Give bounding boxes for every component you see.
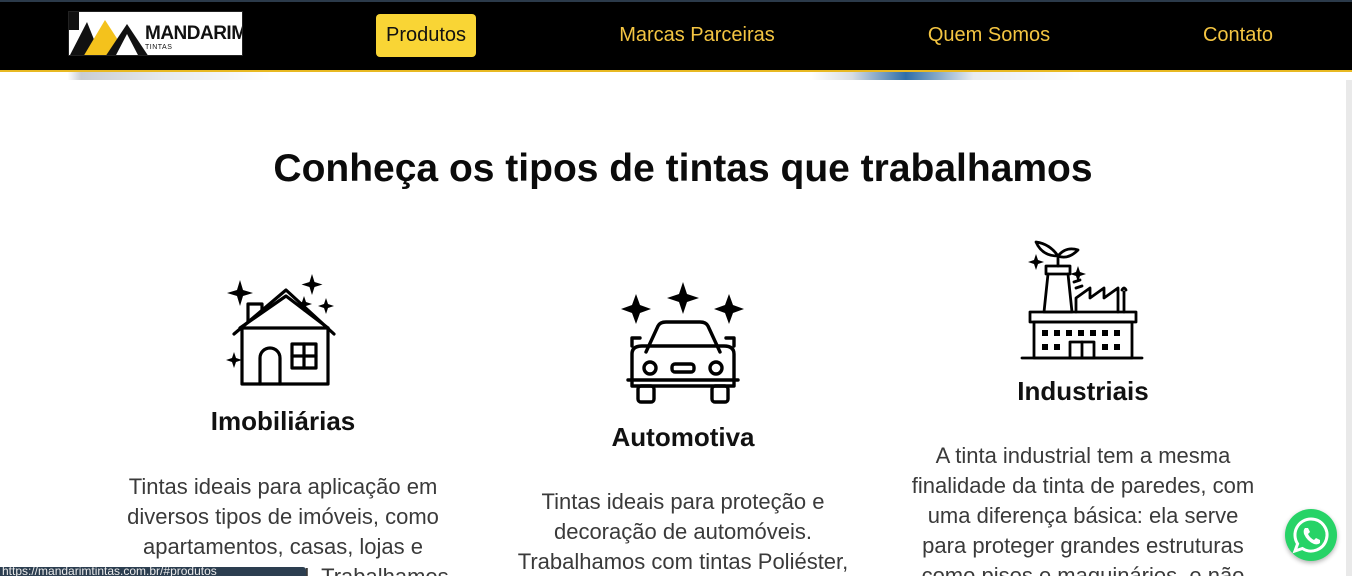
description-line: uma diferença básica: ela serve [927,503,1239,528]
column-title: Industriais [1017,376,1149,406]
house-sparkle-icon [226,274,336,386]
description-line: apartamentos, casas, lojas e [142,534,424,559]
section-title: Conheça os tipos de tintas que trabalham… [273,147,1093,190]
logo-sub-text: TINTAS [145,44,173,51]
nav-produtos[interactable]: Produtos [376,14,476,57]
column-automotiva: Automotiva Tintas ideais para proteção e… [498,422,868,576]
column-title: Automotiva [611,422,755,452]
description-line: diversos tipos de imóveis, como [127,504,439,529]
description-line: decoração de automóveis. [553,519,813,544]
mandarim-logo[interactable]: MANDARIM TINTAS [68,11,243,56]
top-navigation-bar: MANDARIM TINTAS Produtos Marcas Parceira… [0,0,1352,72]
description-line: para proteger grandes estruturas [922,533,1244,558]
description-line: finalidade da tinta de paredes, com [911,473,1255,498]
browser-status-url: https://mandarimtintas.com.br/#produtos [0,567,306,576]
whatsapp-icon [1292,517,1329,554]
description-line: Tintas ideais para proteção e [541,489,825,514]
column-imobiliarias: Imobiliárias Tintas ideais para aplicaçã… [98,406,468,576]
hero-banner-edge [0,72,1352,80]
factory-icon [1020,240,1144,360]
column-description: Tintas ideais para aplicação em diversos… [98,472,468,576]
nav-contato[interactable]: Contato [1196,14,1280,57]
description-line: Trabalhamos com tintas Poliéster, [517,549,849,574]
column-title: Imobiliárias [210,406,356,436]
column-description: Tintas ideais para proteção e decoração … [498,487,868,576]
column-description: A tinta industrial tem a mesma finalidad… [884,441,1282,576]
nav-marcas-parceiras[interactable]: Marcas Parceiras [610,14,784,57]
logo-mountain-icon [69,12,148,55]
whatsapp-button[interactable] [1285,509,1337,561]
description-line: como pisos e maquinários, e não [921,563,1245,576]
nav-quem-somos[interactable]: Quem Somos [920,14,1058,57]
column-industriais: Industriais A tinta industrial tem a mes… [884,376,1282,576]
description-line: A tinta industrial tem a mesma [935,443,1231,468]
description-line: Tintas ideais para aplicação em [128,474,438,499]
car-sparkle-icon [621,282,744,404]
logo-brand-text: MANDARIM [145,23,243,44]
